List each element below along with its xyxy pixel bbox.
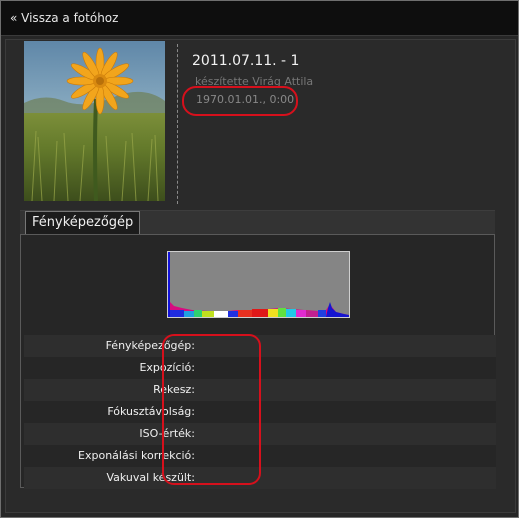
photo-thumbnail[interactable]	[24, 41, 165, 201]
top-bar: « Vissza a fotóhoz	[1, 1, 518, 36]
tab-camera[interactable]: Fényképezőgép	[25, 211, 141, 235]
photo-thumbnail-image	[24, 41, 165, 201]
histogram	[167, 251, 350, 318]
date-highlight-annotation	[182, 86, 298, 116]
exif-values-highlight-annotation	[162, 334, 261, 485]
photo-title: 2011.07.11. - 1	[192, 53, 300, 69]
back-to-photo-link[interactable]: « Vissza a fotóhoz	[10, 11, 118, 25]
vertical-divider	[177, 44, 178, 204]
histogram-blue-spike	[168, 252, 170, 317]
histogram-plot	[168, 252, 349, 317]
